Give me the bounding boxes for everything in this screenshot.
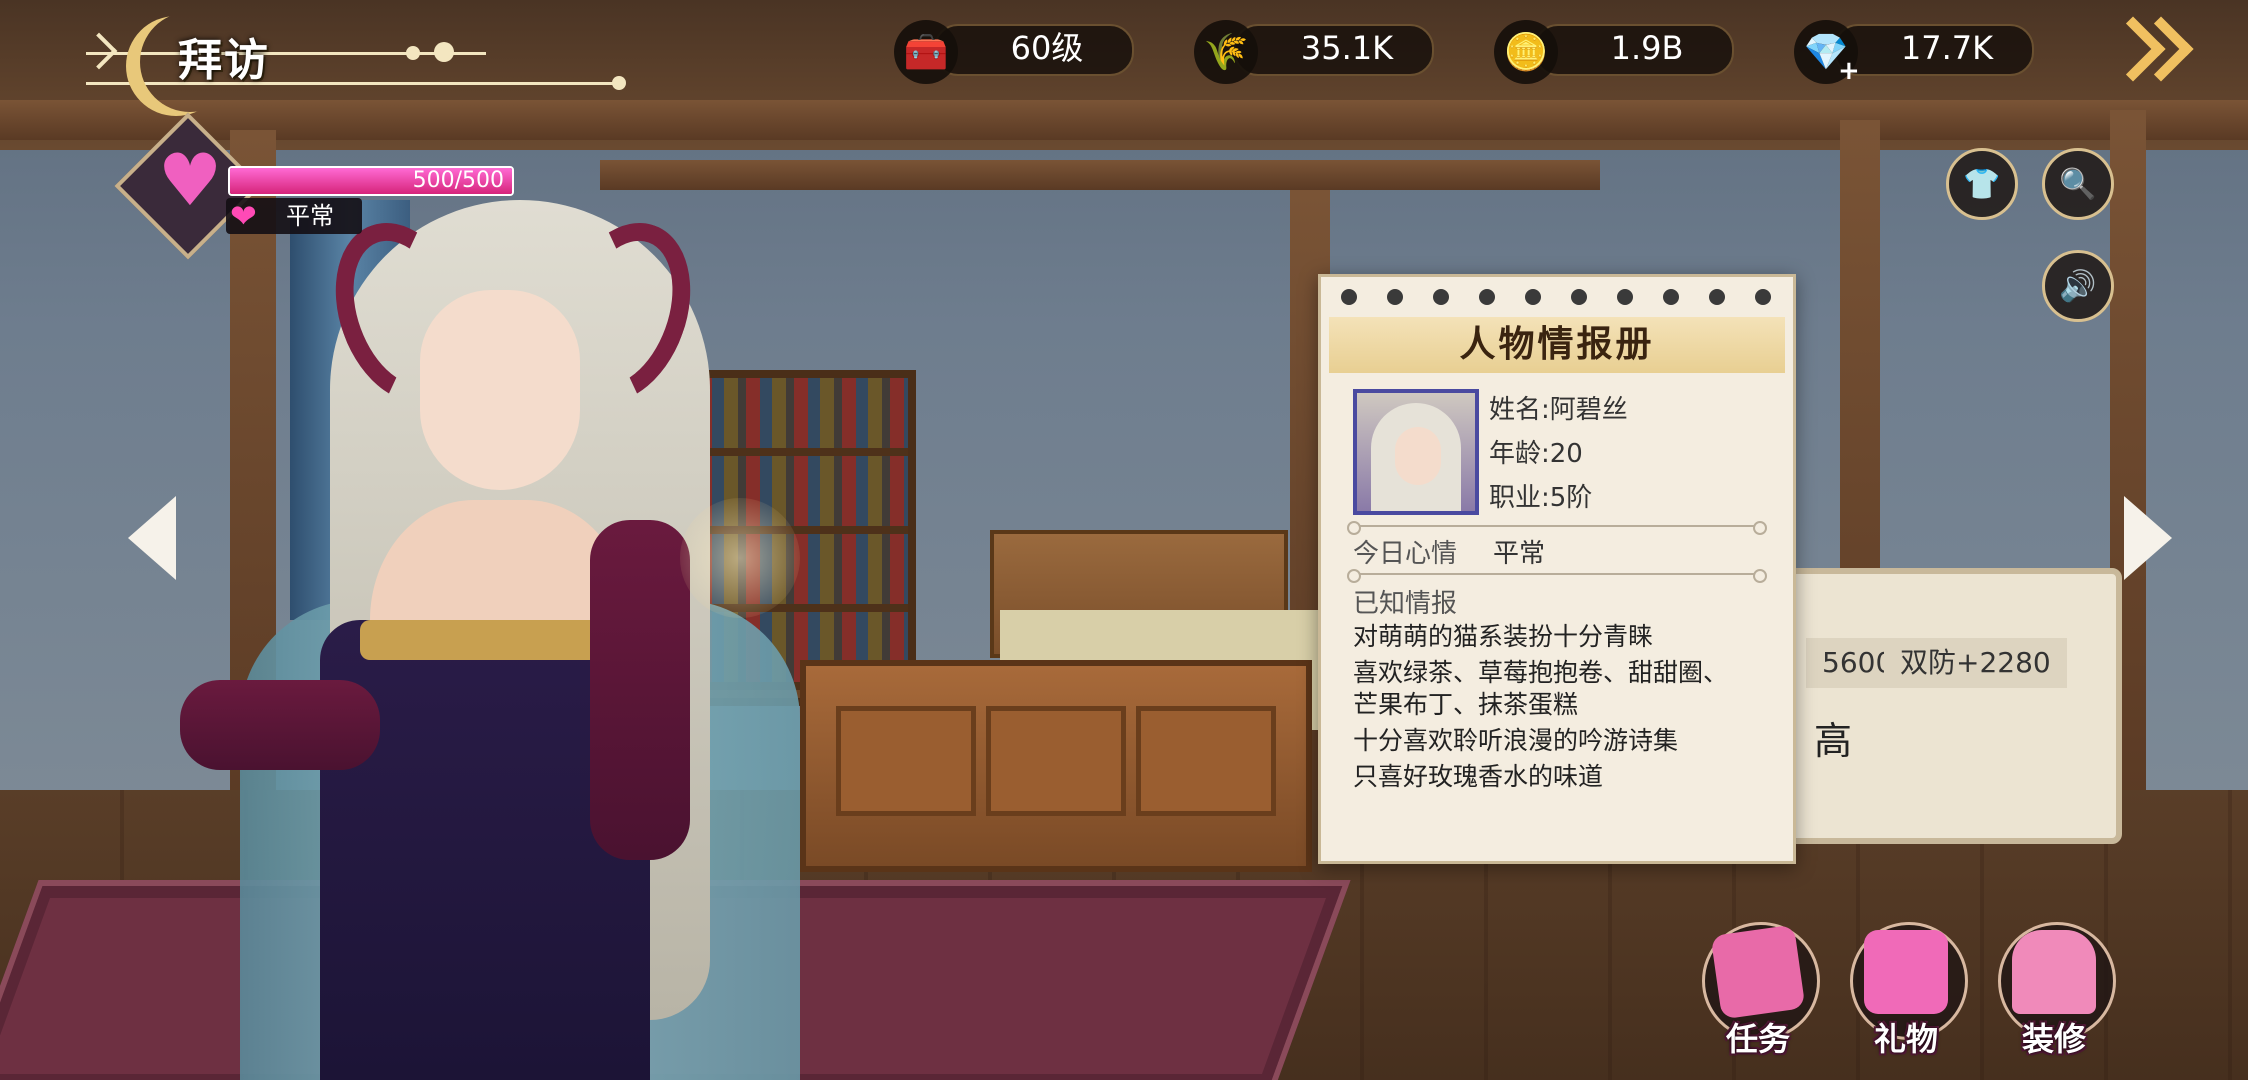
bed-footboard [800,660,1312,872]
known-info-item: 芒果布丁、抹茶蛋糕 [1353,690,1579,719]
quest-button[interactable]: 任务 [1694,922,1822,1062]
outfit-button[interactable]: 👕 [1946,148,2018,220]
character-job: 职业:5阶 [1489,483,1593,513]
stat-level: 高 [1814,719,1853,763]
speaker-icon: 🔊 [2059,268,2097,304]
divider [1347,569,1767,583]
character-portrait[interactable] [90,180,810,1080]
gift-box-icon [1864,930,1948,1014]
ceiling-beam [0,100,2248,140]
character-avatar [1353,389,1479,515]
known-info-list: 对萌萌的猫系装扮十分青睐 喜欢绿茶、草莓抱抱卷、甜甜圈、 芒果布丁、抹茶蛋糕 十… [1353,619,1773,795]
gift-label: 礼物 [1873,1020,1938,1058]
quest-book-icon [1710,924,1806,1020]
search-button[interactable]: 🔍 [2042,148,2114,220]
heart-icon: ♥ [157,138,223,222]
sparkle-orb [680,498,800,618]
magnifier-icon: 🔍 [2059,166,2097,202]
wardrobe-icon [2012,930,2096,1014]
decorate-button[interactable]: 装修 [1990,922,2118,1062]
resource-value: 60级 [1010,29,1084,67]
affection-bar: 500/500 [228,166,514,196]
outfit-icon: 👕 [1963,166,2001,202]
gift-button[interactable]: 礼物 [1842,922,1970,1062]
character-sleeve-left [180,680,380,770]
resource-value: 17.7K [1900,29,1994,67]
known-info-label: 已知情报 [1353,589,1458,619]
divider [1347,521,1767,535]
character-info-book: 人物情报册 姓名:阿碧丝 年龄:20 职业:5阶 今日心情 平常 已知情报 对萌… [1318,274,1796,864]
decorate-label: 装修 [2021,1020,2086,1058]
mood-tag: ❤ 平常 [226,198,362,234]
mood-text: 平常 [286,202,334,230]
skip-button[interactable] [2100,8,2194,88]
character-sleeve-right [590,520,690,860]
book-rings [1321,277,1793,317]
resource-value: 35.1K [1300,29,1394,67]
prev-character-arrow-icon[interactable] [128,496,176,580]
stat-defense: 双防+2280 [1884,638,2067,688]
character-age: 年龄:20 [1489,439,1583,469]
today-mood-label: 今日心情 [1353,539,1458,569]
book-title: 人物情报册 [1329,317,1785,373]
page-title: 拜访 [178,35,270,86]
stats-card: 5600 双防+2280 高 [1740,568,2122,844]
character-name: 姓名:阿碧丝 [1489,395,1628,425]
known-info-item: 十分喜欢聆听浪漫的吟游诗集 [1353,726,1679,755]
visit-header: 拜访 [86,10,626,90]
resource-value: 1.9B [1610,29,1684,67]
next-character-arrow-icon[interactable] [2124,496,2172,580]
double-heart-icon: ❤ [230,197,257,235]
known-info-item: 喜欢绿茶、草莓抱抱卷、甜甜圈、 [1353,658,1729,687]
known-info-item: 对萌萌的猫系装扮十分青睐 [1353,622,1654,651]
known-info-item: 只喜好玫瑰香水的味道 [1353,762,1604,791]
affection-value: 500/500 [412,168,504,193]
sound-button[interactable]: 🔊 [2042,250,2114,322]
character-face [420,290,580,490]
quest-label: 任务 [1725,1020,1790,1058]
today-mood-value: 平常 [1493,539,1546,569]
